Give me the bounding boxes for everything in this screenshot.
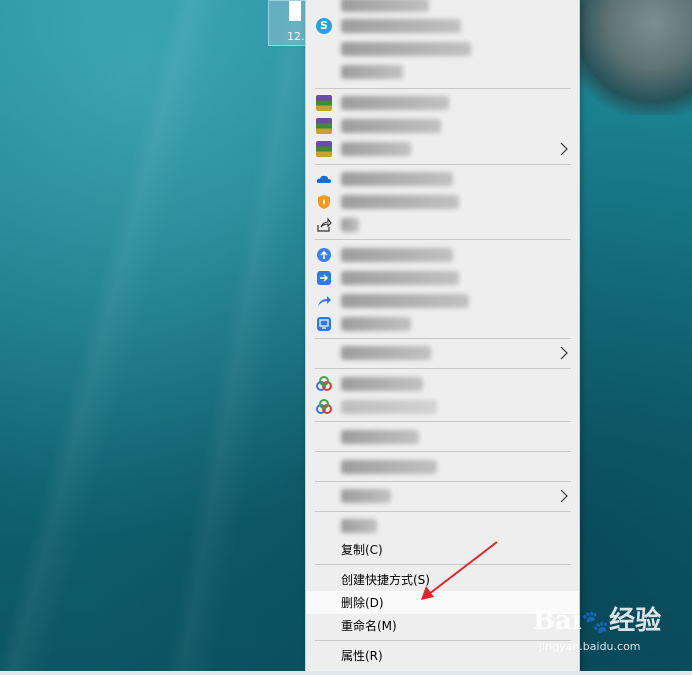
menu-item-screen[interactable]	[306, 313, 579, 336]
desktop-file-icon[interactable]: 12.	[268, 0, 310, 46]
winrar-icon	[316, 95, 332, 111]
baidu-watermark: Bai🐾经验 jingyan.baidu.com	[533, 600, 683, 660]
menu-separator	[315, 88, 571, 89]
menu-item-blurred[interactable]	[306, 61, 579, 84]
menu-item-onedrive[interactable]	[306, 168, 579, 191]
menu-item-baidu-netdisk-upload[interactable]	[306, 373, 579, 396]
menu-item-winrar-submenu[interactable]	[306, 138, 579, 161]
menu-item-copy[interactable]: 复制(C)	[306, 538, 579, 561]
menu-separator	[315, 368, 571, 369]
menu-item-label: 重命名(M)	[341, 619, 397, 633]
menu-item-blurred[interactable]	[306, 38, 579, 61]
menu-separator	[315, 338, 571, 339]
send-icon	[317, 271, 331, 285]
menu-separator	[315, 421, 571, 422]
baidu-netdisk-icon	[316, 376, 332, 391]
watermark-url: jingyan.baidu.com	[539, 640, 641, 653]
onedrive-icon	[316, 175, 331, 183]
menu-separator	[315, 481, 571, 482]
taskbar-edge	[0, 671, 692, 675]
menu-item-send[interactable]	[306, 267, 579, 290]
menu-item-share-link[interactable]	[306, 290, 579, 313]
chevron-right-icon	[560, 142, 568, 156]
chevron-right-icon	[560, 346, 568, 360]
winrar-icon	[316, 118, 332, 134]
menu-item-label: 属性(R)	[341, 649, 383, 663]
context-menu: S 复制(C) 创建快捷方式(S) 删除(D) 重命名(M) 属性(R)	[305, 0, 580, 672]
menu-separator	[315, 511, 571, 512]
menu-item-label: 创建快捷方式(S)	[341, 573, 430, 587]
wallpaper-turtle	[562, 0, 692, 115]
menu-item-create-shortcut[interactable]: 创建快捷方式(S)	[306, 568, 579, 591]
share-icon	[317, 217, 332, 232]
menu-item-share[interactable]	[306, 214, 579, 237]
winrar-icon	[316, 141, 332, 157]
menu-separator	[315, 239, 571, 240]
skype-icon: S	[316, 18, 332, 34]
menu-item-blurred[interactable]	[306, 456, 579, 479]
desktop-file-label: 12.	[287, 30, 305, 43]
menu-item-send-to[interactable]	[306, 485, 579, 508]
menu-item-baidu-netdisk-other[interactable]	[306, 396, 579, 419]
watermark-logo: Bai🐾经验	[533, 606, 662, 636]
upload-icon	[317, 248, 331, 262]
share-link-icon	[318, 296, 331, 306]
menu-separator	[315, 564, 571, 565]
menu-item-upload[interactable]	[306, 244, 579, 267]
screen-icon	[317, 317, 331, 331]
menu-item-winrar-add-to[interactable]	[306, 115, 579, 138]
menu-item-blurred[interactable]	[306, 426, 579, 449]
menu-separator	[315, 164, 571, 165]
menu-item-label: 删除(D)	[341, 596, 384, 610]
menu-item-shield[interactable]	[306, 191, 579, 214]
menu-separator	[315, 451, 571, 452]
chevron-right-icon	[560, 489, 568, 503]
baidu-netdisk-icon	[316, 399, 332, 414]
menu-item-submenu[interactable]	[306, 342, 579, 365]
menu-item-skype[interactable]: S	[306, 15, 579, 38]
menu-item-cut[interactable]	[306, 515, 579, 538]
menu-item-label: 复制(C)	[341, 543, 383, 557]
menu-item-winrar-add[interactable]	[306, 92, 579, 115]
shield-icon	[318, 195, 330, 209]
file-page-icon	[289, 1, 301, 21]
